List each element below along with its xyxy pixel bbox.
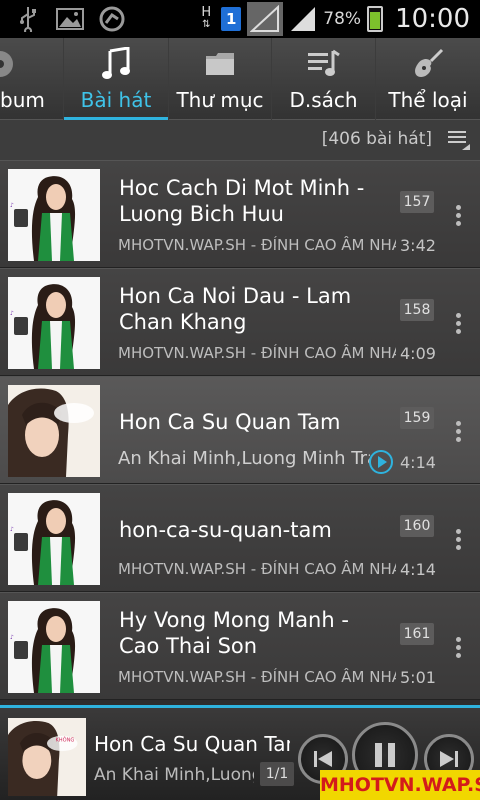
next-icon: [440, 751, 458, 767]
cover-art-bright: KHÔNG: [8, 718, 86, 796]
song-cover-art: ♪: [8, 493, 100, 585]
tab-genres-label: Thể loại: [388, 88, 468, 112]
battery-icon: [367, 6, 384, 32]
tab-folders-label: Thư mục: [176, 88, 264, 112]
song-count: [406 bài hát]: [321, 129, 432, 149]
song-subtitle: An Khai Minh,Luong Minh Trang: [118, 448, 370, 469]
now-playing-indicator-icon: [369, 450, 393, 474]
queue-position: 1/1: [260, 762, 294, 786]
song-list[interactable]: ♪ Hoc Cach Di Mot Minh - Luong Bich Huu M…: [0, 160, 480, 705]
song-subtitle: MHOTVN.WAP.SH - ĐỈNH CAO ÂM NHẠC: [118, 668, 396, 686]
track-number-badge: 160: [400, 515, 434, 537]
image-icon: [56, 6, 84, 32]
song-duration: 4:14: [400, 453, 436, 472]
song-row[interactable]: Hon Ca Su Quan Tam An Khai Minh,Luong Min…: [0, 376, 480, 484]
song-row[interactable]: ♪ Hoc Cach Di Mot Minh - Luong Bich Huu M…: [0, 160, 480, 268]
track-number-badge: 159: [400, 407, 434, 429]
sim1-icon: 1: [221, 7, 242, 31]
data-hplus-icon: H ⇅: [201, 5, 212, 30]
overflow-menu-icon[interactable]: [452, 637, 464, 663]
track-number-badge: 161: [400, 623, 434, 645]
now-playing-title: Hon Ca Su Quan Tam: [94, 732, 290, 756]
song-cover-art: ♪: [8, 601, 100, 693]
song-title: Hon Ca Su Quan Tam: [119, 410, 341, 434]
tab-songs[interactable]: Bài hát: [63, 38, 168, 120]
song-cover-art: [8, 385, 100, 477]
tab-playlists-label: D.sách: [289, 88, 358, 112]
svg-text:♪: ♪: [10, 310, 14, 317]
tab-playlists[interactable]: D.sách: [271, 38, 375, 120]
sim-label: 1: [226, 10, 237, 28]
library-tabs: bum Bài hát Thư mục D.sách Thể loại: [0, 38, 480, 120]
tab-genres[interactable]: Thể loại: [375, 38, 480, 120]
tab-album-label: bum: [0, 88, 45, 112]
song-duration: 4:14: [400, 560, 436, 579]
usb-icon: [14, 6, 42, 32]
svg-text:♪: ♪: [10, 526, 14, 533]
song-title: Hy Vong Mong Manh - Cao Thai Son: [119, 608, 349, 658]
song-cover-art: ♪: [8, 277, 100, 369]
watermark: MHOTVN.WAP.SH: [320, 770, 480, 800]
song-title: hon-ca-su-quan-tam: [119, 518, 332, 542]
song-row[interactable]: ♪ Hon Ca Noi Dau - Lam Chan Khang MHOTVN.…: [0, 268, 480, 376]
folder-icon: [204, 44, 236, 84]
pause-icon: [375, 743, 395, 767]
signal-icon: [247, 2, 284, 36]
song-row[interactable]: ♪ hon-ca-su-quan-tam MHOTVN.WAP.SH - ĐỈNH…: [0, 484, 480, 592]
network-type-label: H: [201, 5, 212, 20]
song-subtitle: MHOTVN.WAP.SH - ĐỈNH CAO ÂM NHẠC: [118, 344, 396, 362]
overflow-menu-icon[interactable]: [452, 529, 464, 555]
song-row[interactable]: ♪ Hy Vong Mong Manh - Cao Thai Son MHOTVN…: [0, 592, 480, 700]
overflow-menu-icon[interactable]: [452, 205, 464, 231]
sync-icon: [98, 6, 126, 32]
song-count-bar: [406 bài hát]: [0, 120, 480, 160]
song-subtitle: MHOTVN.WAP.SH - ĐỈNH CAO ÂM NHẠC: [118, 236, 396, 254]
guitar-icon: [411, 44, 445, 84]
song-duration: 3:42: [400, 236, 436, 255]
status-bar: H ⇅ 1 78% 10:00: [0, 0, 480, 38]
tab-songs-label: Bài hát: [80, 88, 152, 112]
clock: 10:00: [395, 4, 470, 34]
song-title: Hon Ca Noi Dau - Lam Chan Khang: [119, 284, 352, 334]
song-duration: 4:09: [400, 344, 436, 363]
svg-text:♪: ♪: [10, 202, 14, 209]
playlist-icon: [306, 44, 342, 84]
svg-text:♪: ♪: [10, 634, 14, 641]
now-playing-cover[interactable]: KHÔNG: [8, 718, 86, 796]
album-icon: [0, 44, 18, 84]
overflow-menu-icon[interactable]: [452, 421, 464, 447]
signal-icon: [289, 6, 317, 32]
tab-folders[interactable]: Thư mục: [168, 38, 271, 120]
sort-menu-icon[interactable]: [446, 128, 472, 152]
song-title: Hoc Cach Di Mot Minh - Luong Bich Huu: [119, 176, 365, 226]
track-number-badge: 157: [400, 191, 434, 213]
tab-album[interactable]: bum: [0, 38, 62, 120]
music-note-icon: [100, 44, 132, 84]
song-subtitle: MHOTVN.WAP.SH - ĐỈNH CAO ÂM NHẠC: [118, 560, 396, 578]
track-number-badge: 158: [400, 299, 434, 321]
song-cover-art: ♪: [8, 169, 100, 261]
svg-text:KHÔNG: KHÔNG: [55, 737, 74, 744]
battery-percent: 78%: [323, 9, 362, 29]
now-playing-artist: An Khai Minh,Luong Minh Trang: [94, 765, 254, 785]
song-duration: 5:01: [400, 668, 436, 687]
overflow-menu-icon[interactable]: [452, 313, 464, 339]
previous-icon: [314, 751, 332, 767]
